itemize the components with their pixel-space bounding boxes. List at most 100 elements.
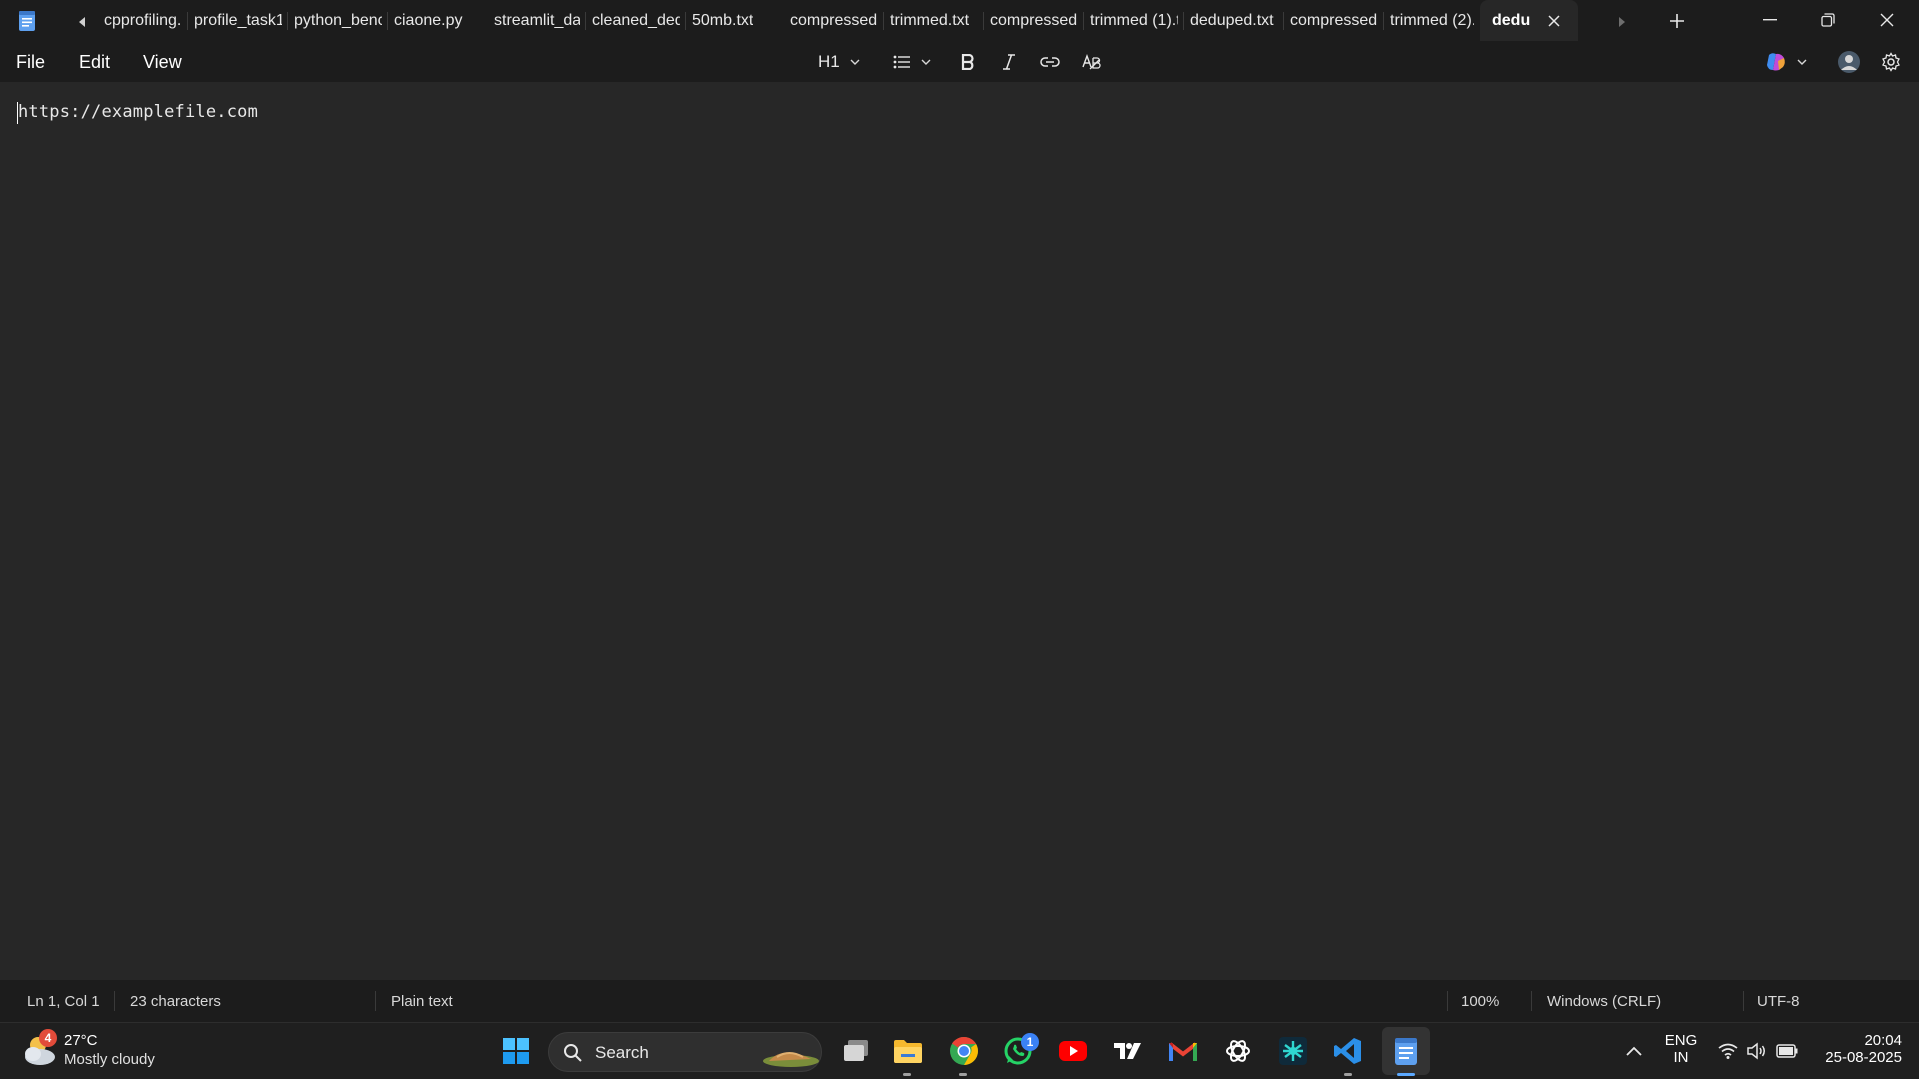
pycharm-app-button[interactable] bbox=[1277, 1035, 1309, 1067]
battery-button[interactable] bbox=[1771, 1035, 1803, 1067]
tab-item[interactable]: compressed. bbox=[784, 0, 884, 41]
document-format[interactable]: Plain text bbox=[391, 993, 453, 1010]
character-count: 23 characters bbox=[130, 993, 221, 1010]
tradingview-button[interactable] bbox=[1112, 1035, 1144, 1067]
tab-scroll-right-button[interactable] bbox=[1612, 12, 1632, 32]
tab-label: compressed. bbox=[790, 11, 878, 29]
list-dropdown[interactable] bbox=[893, 49, 931, 75]
tab-item[interactable]: compressed bbox=[984, 0, 1084, 41]
tradingview-icon bbox=[1114, 1043, 1141, 1059]
italic-button[interactable] bbox=[1002, 49, 1016, 75]
tab-item[interactable]: ciaone.py bbox=[388, 0, 488, 41]
file-explorer-button[interactable] bbox=[892, 1035, 924, 1067]
menu-view[interactable]: View bbox=[143, 52, 182, 73]
tab-item[interactable]: trimmed.txt bbox=[884, 0, 984, 41]
tab-item[interactable]: trimmed (2). bbox=[1384, 0, 1480, 41]
settings-button[interactable] bbox=[1881, 49, 1901, 75]
close-icon bbox=[1548, 14, 1560, 27]
running-indicator bbox=[959, 1073, 967, 1076]
search-icon bbox=[564, 1044, 582, 1062]
tab-scroll-left-button[interactable] bbox=[72, 12, 92, 32]
active-tab[interactable]: dedu bbox=[1480, 0, 1578, 41]
tab-item[interactable]: trimmed (1).t bbox=[1084, 0, 1184, 41]
tab-item[interactable]: compressed bbox=[1284, 0, 1384, 41]
chevron-down-icon bbox=[850, 59, 860, 65]
link-icon bbox=[1040, 57, 1060, 67]
bold-button[interactable] bbox=[961, 49, 975, 75]
caret-right-icon bbox=[1619, 17, 1625, 27]
chevron-down-icon bbox=[1797, 59, 1807, 65]
chevron-up-icon bbox=[1626, 1046, 1642, 1056]
menu-file[interactable]: File bbox=[16, 52, 45, 73]
close-window-icon bbox=[1880, 13, 1894, 27]
chatgpt-button[interactable] bbox=[1222, 1035, 1254, 1067]
zoom-level[interactable]: 100% bbox=[1461, 993, 1499, 1010]
wifi-icon bbox=[1718, 1043, 1738, 1059]
italic-icon bbox=[1003, 54, 1015, 70]
taskbar: 4 27°C Mostly cloudy Search 1 ENG IN 20:… bbox=[0, 1022, 1919, 1079]
weather-description: Mostly cloudy bbox=[64, 1051, 155, 1068]
restore-button[interactable] bbox=[1813, 6, 1843, 34]
tab-item[interactable]: cleaned_ded bbox=[586, 0, 686, 41]
search-highlight-illustration-icon bbox=[763, 1052, 819, 1067]
wifi-status-button[interactable] bbox=[1712, 1035, 1744, 1067]
clear-formatting-button[interactable] bbox=[1082, 49, 1102, 75]
cursor-position[interactable]: Ln 1, Col 1 bbox=[27, 993, 100, 1010]
line-ending[interactable]: Windows (CRLF) bbox=[1547, 993, 1661, 1010]
gmail-button[interactable] bbox=[1167, 1035, 1199, 1067]
plus-icon bbox=[1670, 14, 1684, 28]
start-button[interactable] bbox=[500, 1035, 532, 1067]
title-bar: cpprofiling.c profile_task1 python_benc … bbox=[0, 0, 1919, 41]
account-avatar-button[interactable] bbox=[1837, 49, 1861, 75]
tab-item[interactable]: profile_task1 bbox=[188, 0, 288, 41]
clock-button[interactable]: 20:04 25-08-2025 bbox=[1812, 1032, 1902, 1066]
vscode-icon bbox=[1334, 1038, 1361, 1064]
tab-item[interactable]: 50mb.txt bbox=[686, 0, 784, 41]
chatgpt-icon bbox=[1226, 1040, 1250, 1062]
taskbar-search-box[interactable]: Search bbox=[548, 1032, 822, 1072]
chrome-icon bbox=[950, 1036, 978, 1065]
chrome-button[interactable] bbox=[948, 1035, 980, 1067]
language-indicator[interactable]: ENG IN bbox=[1664, 1032, 1698, 1066]
heading-dropdown[interactable]: H1 bbox=[818, 49, 860, 75]
tab-item[interactable]: cpprofiling.c bbox=[98, 0, 188, 41]
gmail-icon bbox=[1168, 1042, 1198, 1061]
tab-label: trimmed.txt bbox=[890, 11, 970, 29]
tab-label: cpprofiling.c bbox=[104, 11, 182, 29]
file-encoding[interactable]: UTF-8 bbox=[1757, 993, 1800, 1010]
text-editor[interactable]: https://examplefile.com bbox=[0, 82, 1919, 980]
notepad-taskbar-button[interactable] bbox=[1390, 1035, 1422, 1067]
vscode-button[interactable] bbox=[1332, 1035, 1364, 1067]
tab-item[interactable]: streamlit_da bbox=[488, 0, 586, 41]
active-running-indicator bbox=[1397, 1073, 1415, 1076]
tab-item[interactable]: deduped.txt bbox=[1184, 0, 1284, 41]
search-placeholder: Search bbox=[595, 1043, 649, 1062]
tab-label: trimmed (2). bbox=[1390, 11, 1474, 29]
task-view-button[interactable] bbox=[840, 1035, 872, 1067]
tab-strip: cpprofiling.c profile_task1 python_benc … bbox=[98, 0, 1578, 41]
show-hidden-icons-button[interactable] bbox=[1618, 1035, 1650, 1067]
volume-button[interactable] bbox=[1741, 1035, 1773, 1067]
status-divider bbox=[114, 991, 115, 1011]
link-button[interactable] bbox=[1040, 49, 1060, 75]
running-indicator bbox=[1344, 1073, 1352, 1076]
tab-label: compressed bbox=[1290, 11, 1378, 29]
youtube-icon bbox=[1059, 1041, 1087, 1061]
close-window-button[interactable] bbox=[1872, 6, 1902, 34]
weather-alert-badge: 4 bbox=[39, 1029, 57, 1047]
status-divider bbox=[1447, 991, 1448, 1011]
app-bug-icon bbox=[1279, 1037, 1307, 1065]
copilot-dropdown[interactable] bbox=[1765, 49, 1807, 75]
menu-edit[interactable]: Edit bbox=[79, 52, 110, 73]
new-tab-button[interactable] bbox=[1666, 10, 1688, 32]
chevron-down-icon bbox=[921, 59, 931, 65]
status-divider bbox=[1531, 991, 1532, 1011]
bulleted-list-icon bbox=[893, 55, 910, 69]
youtube-button[interactable] bbox=[1057, 1035, 1089, 1067]
editor-content[interactable]: https://examplefile.com bbox=[18, 102, 258, 122]
notepad-icon bbox=[1395, 1038, 1417, 1065]
tab-item[interactable]: python_benc bbox=[288, 0, 388, 41]
active-tab-label: dedu bbox=[1492, 11, 1531, 29]
close-tab-button[interactable] bbox=[1546, 13, 1562, 29]
minimize-button[interactable] bbox=[1755, 6, 1785, 34]
